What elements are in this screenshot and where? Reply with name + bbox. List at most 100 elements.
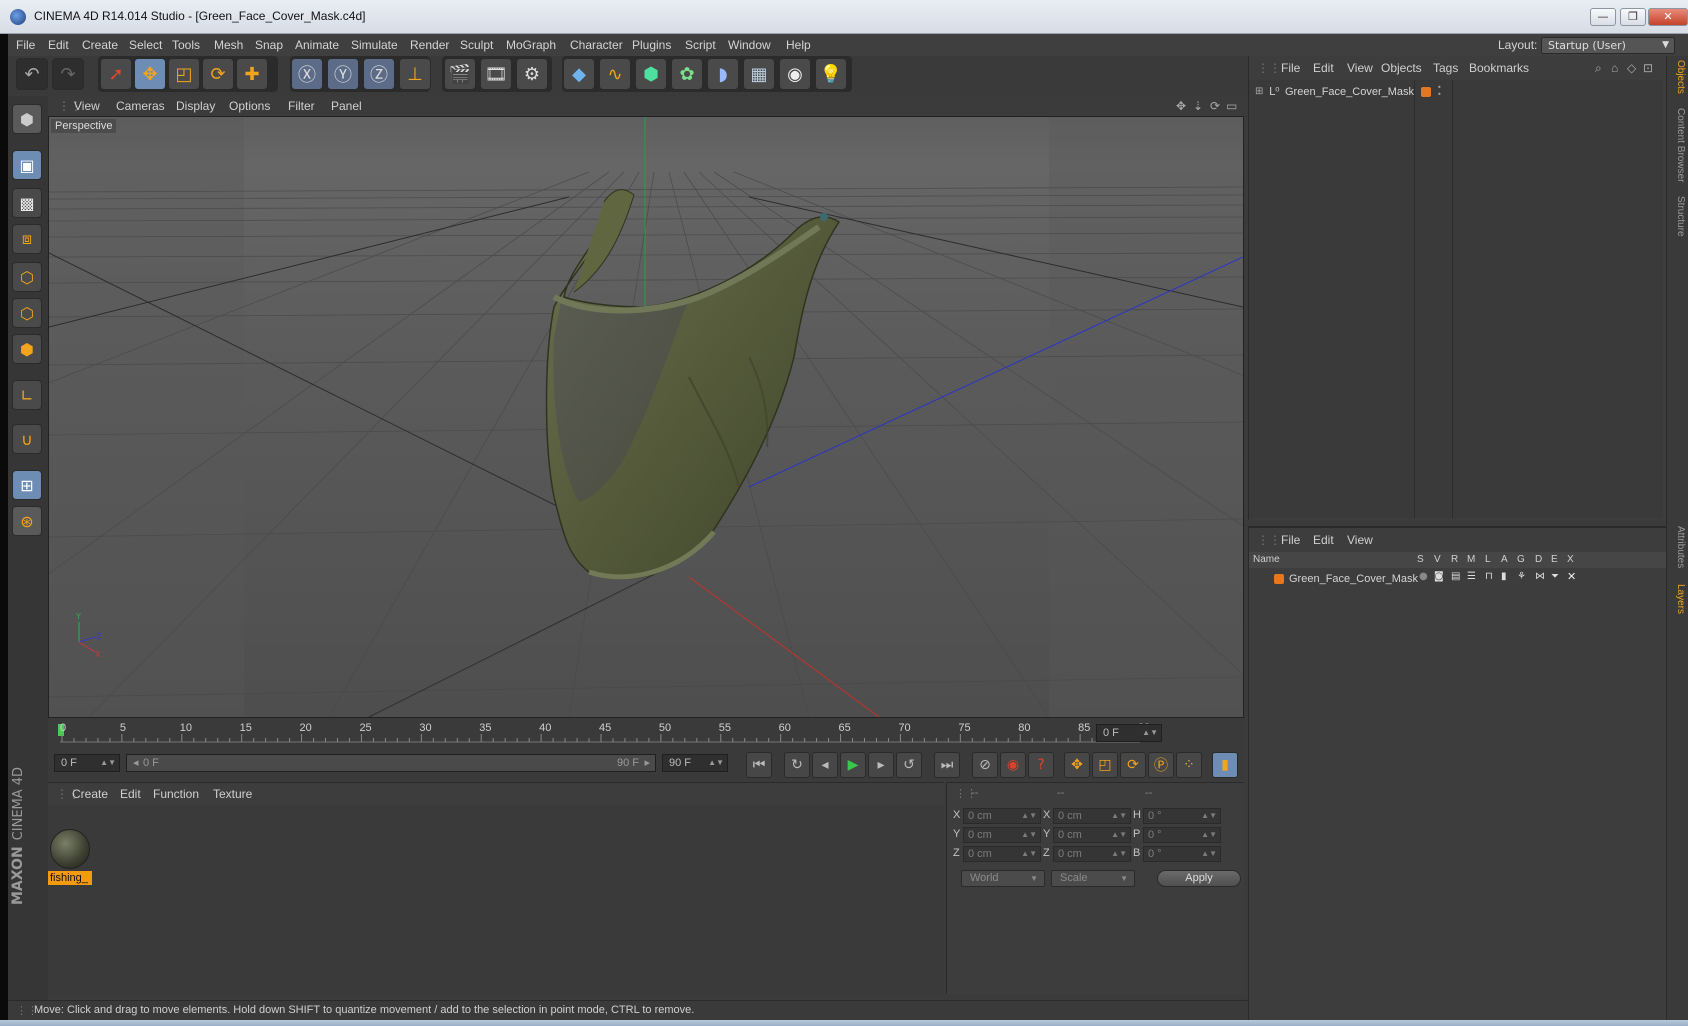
current-frame-field[interactable]: 0 F ▲▼	[1096, 724, 1162, 742]
pos-x-field[interactable]: 0 cm ▲▼	[963, 808, 1041, 824]
solo-toggle-icon[interactable]: ●	[1419, 571, 1428, 582]
rotate-tool[interactable]: ⟳	[202, 58, 234, 90]
material-menu-edit[interactable]: Edit	[120, 787, 141, 801]
column-generators[interactable]: G	[1517, 554, 1525, 565]
viewport-rotate-icon[interactable]: ⟳	[1210, 99, 1220, 113]
y-axis-lock-icon[interactable]: Ⓨ	[327, 58, 359, 90]
loop-button[interactable]: ↻	[784, 752, 810, 778]
objects-menu-edit[interactable]: Edit	[1313, 61, 1334, 75]
menu-sculpt[interactable]: Sculpt	[460, 38, 493, 52]
key-parameter-button[interactable]: Ⓟ	[1148, 752, 1174, 778]
tab-objects[interactable]: Objects	[1675, 60, 1686, 94]
previous-frame-button[interactable]: ◂	[812, 752, 838, 778]
objects-menu-objects[interactable]: Objects	[1381, 61, 1422, 75]
menu-mograph[interactable]: MoGraph	[506, 38, 556, 52]
column-expressions[interactable]: E	[1551, 554, 1558, 565]
spline-pen-icon[interactable]: ∿	[599, 58, 631, 90]
timeline-window-button[interactable]: ▮	[1212, 752, 1238, 778]
material-menu-create[interactable]: Create	[72, 787, 108, 801]
size-z-field[interactable]: 0 cm ▲▼	[1053, 846, 1131, 862]
viewport-menu-options[interactable]: Options	[229, 99, 270, 113]
column-render[interactable]: R	[1451, 554, 1458, 565]
edges-mode-icon[interactable]: ⬡	[12, 298, 42, 328]
viewport-perspective-label[interactable]: Perspective	[51, 119, 117, 133]
menu-simulate[interactable]: Simulate	[351, 38, 398, 52]
x-axis-lock-icon[interactable]: Ⓧ	[291, 58, 323, 90]
light-object-icon[interactable]: 💡	[815, 58, 847, 90]
end-frame-field[interactable]: 90 F ▲▼	[662, 754, 728, 772]
rot-h-field[interactable]: 0 ° ▲▼	[1143, 808, 1221, 824]
render-settings-icon[interactable]: ⚙	[516, 58, 548, 90]
pos-z-field[interactable]: 0 cm ▲▼	[963, 846, 1041, 862]
layers-menu-edit[interactable]: Edit	[1313, 533, 1334, 547]
minimize-button[interactable]: —	[1590, 8, 1616, 26]
layers-menu-file[interactable]: File	[1281, 533, 1300, 547]
menu-character[interactable]: Character	[570, 38, 623, 52]
home-icon[interactable]: ⌂	[1611, 61, 1618, 75]
column-view[interactable]: V	[1434, 554, 1441, 565]
visibility-dots-icon[interactable]: • •	[1437, 84, 1442, 99]
z-axis-lock-icon[interactable]: Ⓩ	[363, 58, 395, 90]
viewport-zoom-icon[interactable]: ⇣	[1193, 99, 1203, 113]
maximize-button[interactable]: ❐	[1620, 8, 1646, 26]
menu-window[interactable]: Window	[728, 38, 771, 52]
menu-animate[interactable]: Animate	[295, 38, 339, 52]
tab-layers[interactable]: Layers	[1675, 584, 1686, 614]
menu-mesh[interactable]: Mesh	[214, 38, 243, 52]
preview-range-slider[interactable]: ◂ 0 F 90 F ▸	[126, 754, 656, 772]
animation-toggle-icon[interactable]: ▮	[1501, 571, 1507, 582]
start-frame-field[interactable]: 0 F ▲▼	[54, 754, 120, 772]
cloner-icon[interactable]: ✿	[671, 58, 703, 90]
key-point-level-button[interactable]: ⁘	[1176, 752, 1202, 778]
undo-button[interactable]: ↶	[16, 58, 48, 90]
ping-pong-button[interactable]: ↺	[896, 752, 922, 778]
column-manager[interactable]: M	[1467, 554, 1475, 565]
3d-viewport[interactable]: Y Z X Perspective	[48, 116, 1244, 718]
deformer-toggle-icon[interactable]: ⋈	[1535, 571, 1545, 582]
render-picture-viewer-icon[interactable]: 🎞	[480, 58, 512, 90]
workplane-mode-icon[interactable]: ⧈	[12, 224, 42, 254]
key-scale-button[interactable]: ◰	[1092, 752, 1118, 778]
collapse-icon[interactable]: ◇	[1627, 61, 1636, 75]
size-x-field[interactable]: 0 cm ▲▼	[1053, 808, 1131, 824]
size-y-field[interactable]: 0 cm ▲▼	[1053, 827, 1131, 843]
axis-mode-icon[interactable]: ∟	[12, 380, 42, 410]
column-xref[interactable]: X	[1567, 554, 1574, 565]
viewport-menu-filter[interactable]: Filter	[288, 99, 315, 113]
menu-plugins[interactable]: Plugins	[632, 38, 671, 52]
scale-tool[interactable]: ◰	[168, 58, 200, 90]
deformer-icon[interactable]: ◗	[707, 58, 739, 90]
objects-menu-bookmarks[interactable]: Bookmarks	[1469, 61, 1529, 75]
size-mode-dropdown[interactable]: Scale ▼	[1051, 870, 1135, 887]
expand-icon[interactable]: ⊞	[1255, 86, 1263, 97]
objects-menu-tags[interactable]: Tags	[1433, 61, 1458, 75]
tab-structure[interactable]: Structure	[1675, 196, 1686, 237]
object-name-green-face-cover-mask[interactable]: Green_Face_Cover_Mask	[1285, 86, 1414, 98]
subdivision-surface-icon[interactable]: ⬢	[635, 58, 667, 90]
column-name[interactable]: Name	[1253, 554, 1280, 565]
expression-toggle-icon[interactable]: ⏷	[1551, 571, 1559, 582]
camera-object-icon[interactable]: ◉	[779, 58, 811, 90]
menu-file[interactable]: File	[16, 38, 35, 52]
menu-script[interactable]: Script	[685, 38, 716, 52]
object-layer-tag[interactable]	[1421, 87, 1431, 97]
view-toggle-icon[interactable]: ◙	[1434, 571, 1444, 582]
objects-menu-file[interactable]: File	[1281, 61, 1300, 75]
tab-content-browser[interactable]: Content Browser	[1675, 108, 1686, 182]
menu-create[interactable]: Create	[82, 38, 118, 52]
last-tool[interactable]: ✚	[236, 58, 268, 90]
generator-toggle-icon[interactable]: ⚘	[1517, 571, 1526, 582]
model-mode-icon[interactable]: ▣	[12, 150, 42, 180]
texture-mode-icon[interactable]: ▩	[12, 188, 42, 218]
keyframe-selection-help-icon[interactable]: ?	[1028, 752, 1054, 778]
menu-edit[interactable]: Edit	[48, 38, 69, 52]
rot-b-field[interactable]: 0 ° ▲▼	[1143, 846, 1221, 862]
cube-object-icon[interactable]: ◆	[563, 58, 595, 90]
column-animation[interactable]: A	[1501, 554, 1508, 565]
floor-object-icon[interactable]: ▦	[743, 58, 775, 90]
go-to-end-button[interactable]: ⏭	[934, 752, 960, 778]
rot-p-field[interactable]: 0 ° ▲▼	[1143, 827, 1221, 843]
coordinate-system-icon[interactable]: ⊥	[399, 58, 431, 90]
next-frame-button[interactable]: ▸	[868, 752, 894, 778]
redo-button[interactable]: ↷	[52, 58, 84, 90]
